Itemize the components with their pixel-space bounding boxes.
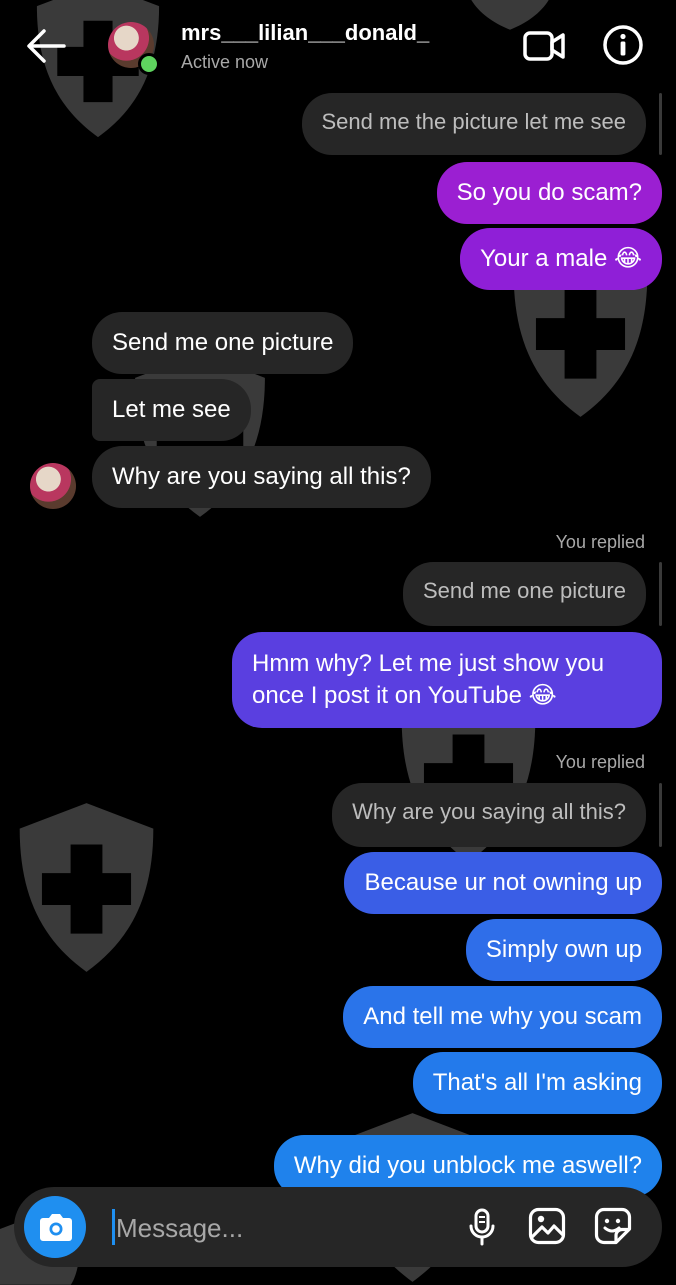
active-status: Active now [181, 52, 269, 72]
gallery-icon[interactable] [528, 1207, 566, 1245]
incoming-message[interactable]: Why are you saying all this? [92, 446, 431, 508]
message-input[interactable] [114, 1205, 458, 1251]
replied-label: You replied [555, 752, 645, 772]
outgoing-message[interactable]: Your a male 😂 [460, 228, 662, 290]
incoming-message[interactable]: Send me one picture [92, 312, 354, 374]
camera-icon [40, 1214, 72, 1241]
outgoing-message[interactable]: Simply own up [465, 919, 662, 981]
message-composer [14, 1187, 662, 1267]
message-line: Hmm why? Let me just show you [252, 650, 605, 677]
reply-bar [659, 783, 662, 847]
reply-bar [659, 93, 662, 155]
sender-avatar[interactable] [30, 463, 76, 509]
incoming-message[interactable]: Let me see [92, 379, 251, 441]
outgoing-message[interactable]: That's all I'm asking [412, 1052, 662, 1114]
contact-username[interactable]: mrs___lilian___donald_ [181, 20, 429, 46]
replied-label: You replied [555, 532, 645, 552]
outgoing-message[interactable]: Because ur not owning up [344, 852, 662, 914]
quoted-message: Why are you saying all this? [332, 783, 646, 847]
reply-bar [659, 562, 662, 626]
outgoing-message[interactable]: So you do scam? [436, 162, 662, 224]
outgoing-message[interactable]: And tell me why you scam [343, 986, 662, 1048]
chat-header: mrs___lilian___donald_ Active now [0, 0, 676, 92]
shield-watermark-icon [4, 800, 169, 975]
message-line: once I post it on YouTube 😂 [252, 682, 557, 709]
quoted-message: Send me the picture let me see [301, 93, 646, 155]
microphone-icon[interactable] [466, 1207, 498, 1247]
sticker-icon[interactable] [594, 1207, 632, 1245]
back-arrow-icon[interactable] [24, 26, 68, 66]
online-indicator [138, 53, 160, 75]
camera-button[interactable] [24, 1196, 86, 1258]
info-icon[interactable] [602, 24, 644, 66]
video-call-icon[interactable] [522, 28, 566, 64]
quoted-message: Send me one picture [402, 562, 646, 626]
outgoing-message[interactable]: Hmm why? Let me just show you once I pos… [232, 632, 662, 728]
